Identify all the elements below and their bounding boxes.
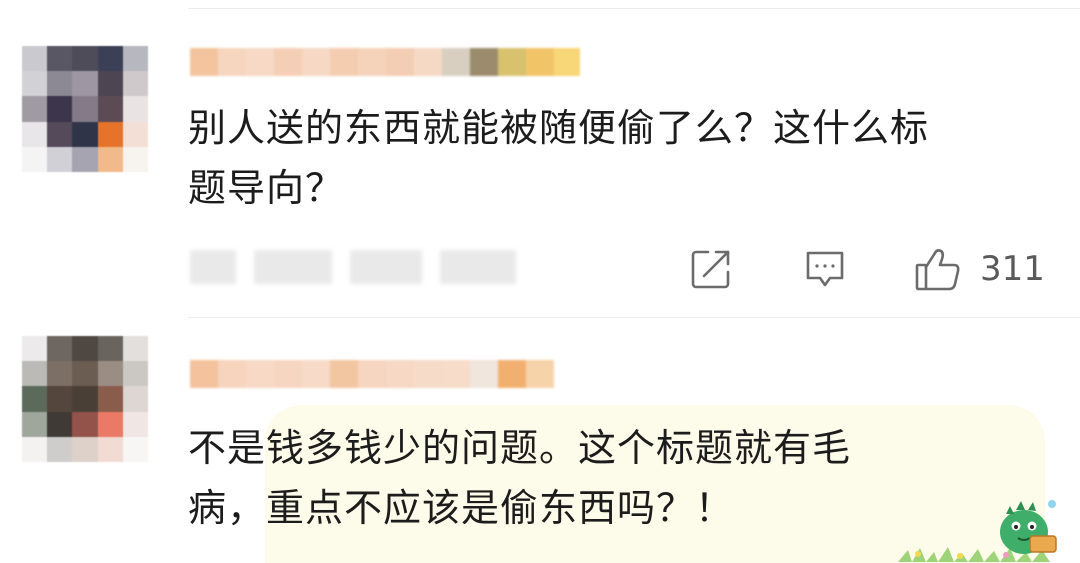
dinosaur-mascot-icon xyxy=(1000,500,1057,554)
comment-icon[interactable] xyxy=(804,248,846,290)
username-blurred[interactable] xyxy=(190,48,580,76)
top-divider xyxy=(188,8,1080,9)
thumbs-up-icon[interactable] xyxy=(914,246,962,292)
share-icon[interactable] xyxy=(690,248,732,290)
avatar[interactable] xyxy=(22,336,148,462)
comment-actions: 311 xyxy=(690,246,1045,292)
comment-meta-blurred xyxy=(190,250,516,284)
comment-divider xyxy=(188,317,1080,318)
like-count: 311 xyxy=(980,249,1045,289)
avatar[interactable] xyxy=(22,46,148,172)
username-blurred[interactable] xyxy=(190,360,554,388)
comment-text: 别人送的东西就能被随便偷了么？这什么标 题导向？ xyxy=(188,106,930,210)
